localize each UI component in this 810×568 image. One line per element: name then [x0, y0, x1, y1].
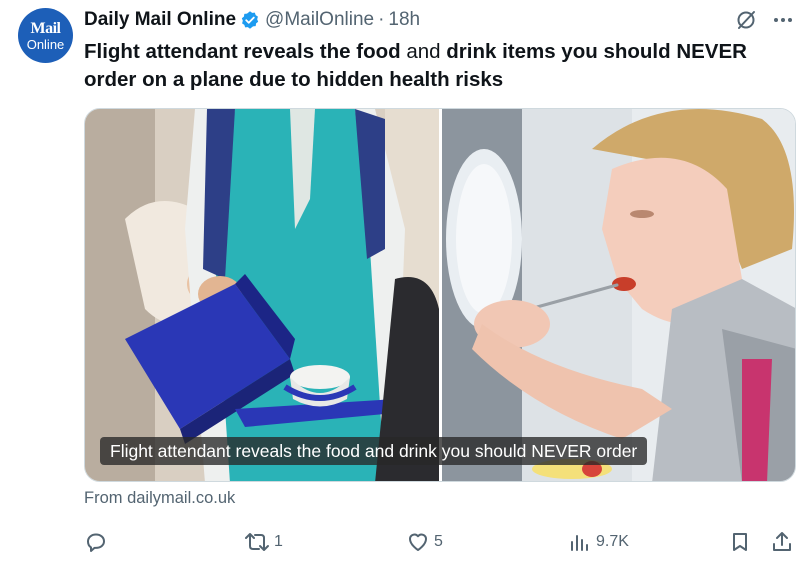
- tweet-text-segment-2: and: [400, 40, 447, 63]
- link-source[interactable]: From dailymail.co.uk: [84, 489, 235, 508]
- timestamp[interactable]: 18h: [388, 9, 420, 31]
- flight-attendant-image: [85, 109, 439, 481]
- share-icon: [770, 530, 794, 554]
- woman-eating-image: [442, 109, 795, 481]
- views-button[interactable]: 9.7K: [568, 528, 629, 556]
- like-button[interactable]: 5: [406, 528, 443, 556]
- tweet-text-segment-1: Flight attendant reveals the food: [84, 40, 401, 63]
- views-icon: [568, 530, 592, 554]
- retweet-count: 1: [274, 533, 283, 550]
- avatar[interactable]: Mail Online: [18, 8, 73, 63]
- avatar-logo-line1: Mail: [30, 19, 62, 37]
- retweet-icon: [244, 530, 270, 554]
- separator-dot: ·: [378, 9, 385, 30]
- tweet-header: Daily Mail Online @MailOnline · 18h: [84, 8, 420, 32]
- share-button[interactable]: [770, 528, 794, 556]
- like-count: 5: [434, 533, 443, 550]
- media-caption: Flight attendant reveals the food and dr…: [100, 437, 648, 465]
- retweet-button[interactable]: 1: [244, 528, 283, 556]
- avatar-logo-line2: Online: [26, 36, 65, 52]
- handle[interactable]: @MailOnline: [265, 9, 374, 31]
- action-bar: 1 5 9.7K: [84, 528, 796, 556]
- display-name[interactable]: Daily Mail Online: [84, 9, 236, 31]
- media-card[interactable]: [84, 108, 796, 482]
- grok-icon[interactable]: [735, 9, 757, 31]
- bookmark-icon: [728, 530, 752, 554]
- verified-badge-icon[interactable]: [240, 10, 260, 30]
- reply-icon: [84, 530, 108, 554]
- views-count: 9.7K: [596, 533, 629, 550]
- reply-button[interactable]: [84, 528, 112, 556]
- more-icon[interactable]: [770, 9, 796, 31]
- tweet-text: Flight attendant reveals the food and dr…: [84, 38, 784, 94]
- heart-icon: [406, 530, 430, 554]
- bookmark-button[interactable]: [728, 528, 752, 556]
